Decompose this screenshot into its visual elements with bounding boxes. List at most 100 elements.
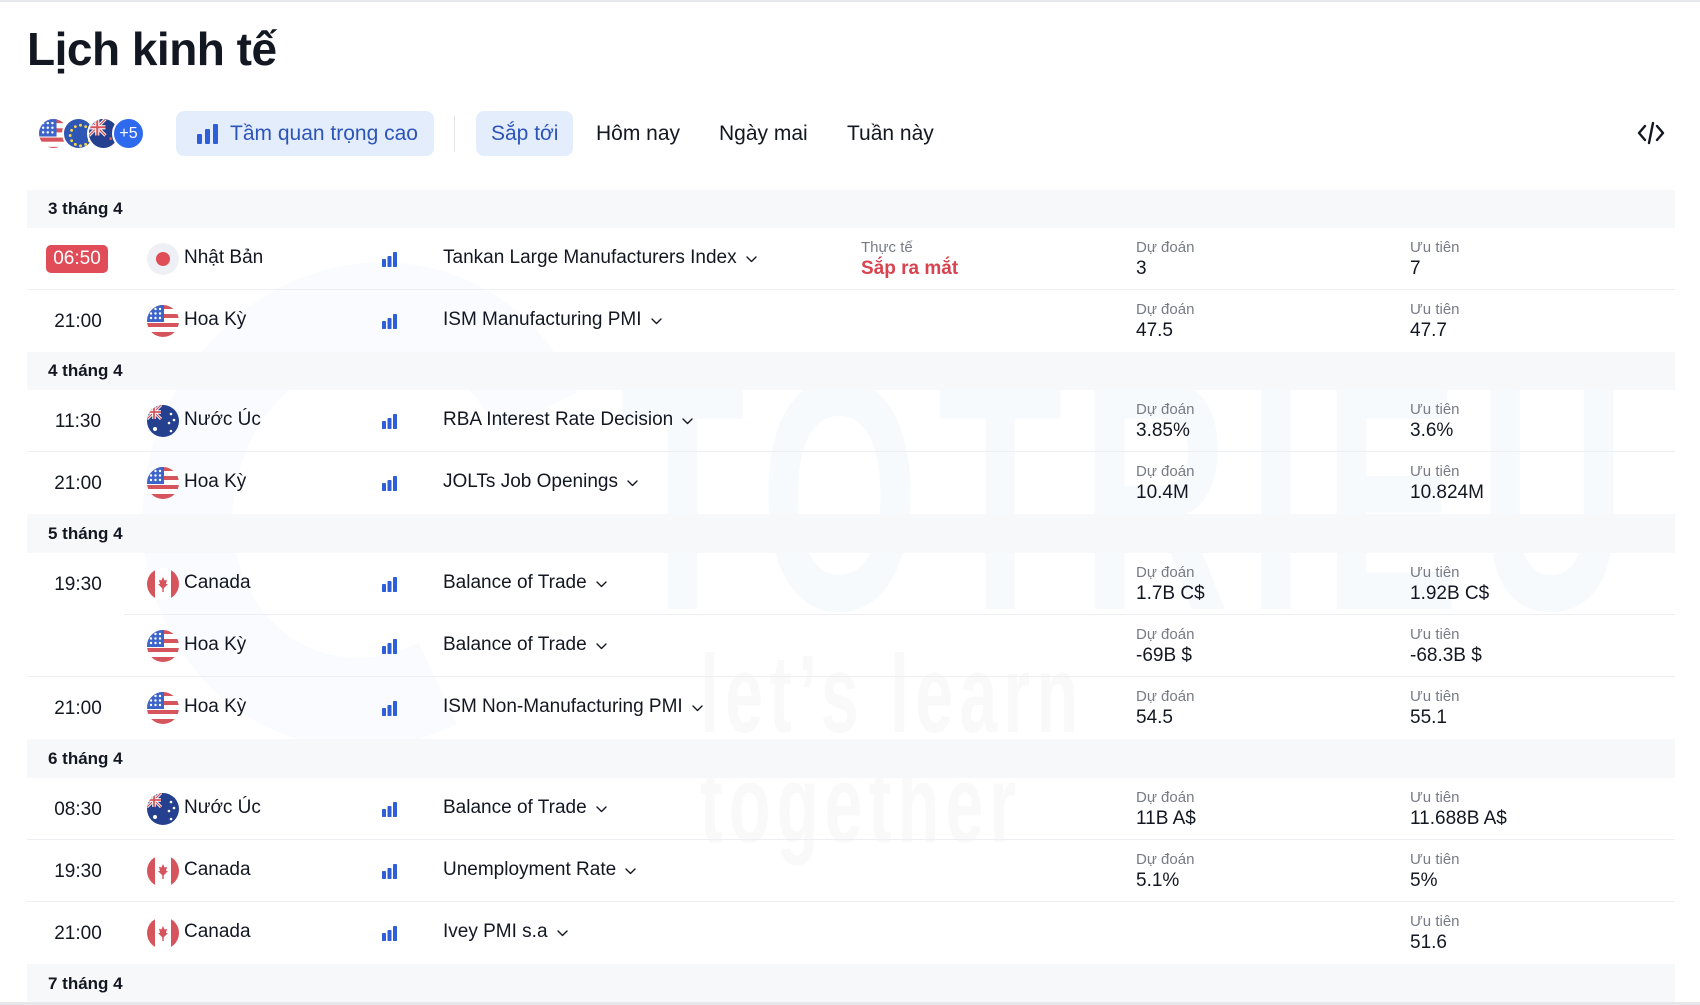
us-flag-icon xyxy=(147,692,179,724)
us-flag-icon xyxy=(147,305,179,337)
forecast-label: Dự đoán xyxy=(1136,851,1195,868)
previous-label: Ưu tiên xyxy=(1410,301,1460,318)
more-countries-badge: +5 xyxy=(112,117,145,150)
event-row[interactable]: 21:00 Canada Ivey PMI s.a Ưu tiên 51.6 xyxy=(27,902,1675,964)
forecast-label: Dự đoán xyxy=(1136,564,1195,581)
top-border xyxy=(0,0,1700,2)
tab-tomorrow[interactable]: Ngày mai xyxy=(704,111,823,156)
date-header: 5 tháng 4 xyxy=(27,514,1675,553)
chevron-down-icon xyxy=(618,471,638,493)
previous: Ưu tiên 3.6% xyxy=(1410,401,1460,443)
event-name-toggle[interactable]: Balance of Trade xyxy=(443,634,607,656)
previous-value: 3.6% xyxy=(1410,420,1454,441)
actual: Thực tế Sắp ra mắt xyxy=(861,239,958,281)
event-name-toggle[interactable]: ISM Non-Manufacturing PMI xyxy=(443,696,703,718)
importance-high-icon xyxy=(382,926,397,946)
country-filter-button[interactable]: +5 xyxy=(37,117,145,151)
previous: Ưu tiên 5% xyxy=(1410,851,1460,893)
forecast: Dự đoán 1.7B C$ xyxy=(1136,564,1205,606)
event-name: Balance of Trade xyxy=(443,797,587,818)
event-name: JOLTs Job Openings xyxy=(443,471,618,492)
event-name-toggle[interactable]: JOLTs Job Openings xyxy=(443,471,638,493)
previous-value: 47.7 xyxy=(1410,320,1447,341)
canada-flag-icon xyxy=(147,855,179,887)
forecast: Dự đoán -69B $ xyxy=(1136,626,1194,668)
forecast-label: Dự đoán xyxy=(1136,401,1195,418)
country-name: Nước Úc xyxy=(184,409,261,430)
event-name-toggle[interactable]: ISM Manufacturing PMI xyxy=(443,309,662,331)
event-time xyxy=(47,633,109,661)
event-row[interactable]: 06:50 Nhật Bản Tankan Large Manufacturers … xyxy=(27,228,1675,290)
event-time: 08:30 xyxy=(54,799,102,820)
importance-high-icon xyxy=(382,577,397,597)
previous: Ưu tiên 55.1 xyxy=(1410,688,1460,730)
forecast-label: Dự đoán xyxy=(1136,688,1195,705)
chevron-down-icon xyxy=(548,921,568,943)
event-row[interactable]: 21:00 Hoa Kỳ ISM Manufacturing PMI Dự đoán 4… xyxy=(27,290,1675,352)
tab-today[interactable]: Hôm nay xyxy=(581,111,695,156)
canada-flag-icon xyxy=(147,568,179,600)
event-row[interactable]: 08:30 Nước Úc Balance of Trade Dự đoán 11B A… xyxy=(27,778,1675,840)
chevron-down-icon xyxy=(587,634,607,656)
importance-filter-button[interactable]: Tầm quan trọng cao xyxy=(176,111,434,156)
country-name: Nước Úc xyxy=(184,797,261,818)
event-row[interactable]: 19:30 Canada Unemployment Rate Dự đoán 5.1% Ư… xyxy=(27,840,1675,902)
event-name-toggle[interactable]: Ivey PMI s.a xyxy=(443,921,568,943)
live-time-badge: 06:50 xyxy=(46,245,108,273)
actual-label: Thực tế xyxy=(861,239,913,256)
importance-high-icon xyxy=(382,314,397,334)
forecast: Dự đoán 3 xyxy=(1136,239,1194,281)
tab-this-week[interactable]: Tuần này xyxy=(832,111,949,156)
event-time: 21:00 xyxy=(54,698,102,719)
chevron-down-icon xyxy=(616,859,636,881)
actual-value: Sắp ra mắt xyxy=(861,258,959,279)
forecast-value: -69B $ xyxy=(1136,645,1192,666)
event-name-toggle[interactable]: RBA Interest Rate Decision xyxy=(443,409,693,431)
us-flag-icon xyxy=(147,630,179,662)
country-name: Hoa Kỳ xyxy=(184,309,247,330)
forecast-value: 10.4M xyxy=(1136,482,1189,503)
us-flag-icon xyxy=(147,467,179,499)
toolbar: +5 Tầm quan trọng cao Sắp tới Hôm nay Ng… xyxy=(0,108,1700,158)
previous-label: Ưu tiên xyxy=(1410,789,1460,806)
event-row[interactable]: 21:00 Hoa Kỳ ISM Non-Manufacturing PMI Dự đ… xyxy=(27,677,1675,739)
previous-value: 1.92B C$ xyxy=(1410,583,1490,604)
previous-value: 10.824M xyxy=(1410,482,1484,503)
forecast: Dự đoán 47.5 xyxy=(1136,301,1194,343)
importance-high-icon xyxy=(382,252,397,272)
previous: Ưu tiên 1.92B C$ xyxy=(1410,564,1489,606)
previous: Ưu tiên 47.7 xyxy=(1410,301,1460,343)
event-time: 11:30 xyxy=(54,411,102,432)
embed-code-button[interactable] xyxy=(1636,119,1666,147)
country-name: Canada xyxy=(184,921,251,942)
event-time: 21:00 xyxy=(54,473,102,494)
toolbar-divider xyxy=(454,116,455,152)
event-row[interactable]: 19:30 Canada Balance of Trade Dự đoán 1.7B C… xyxy=(27,553,1675,615)
country-name: Canada xyxy=(184,859,251,880)
event-row[interactable]: 21:00 Hoa Kỳ JOLTs Job Openings Dự đoán 10.4… xyxy=(27,452,1675,514)
tab-upcoming[interactable]: Sắp tới xyxy=(476,111,574,156)
previous-value: 11.688B A$ xyxy=(1410,808,1507,829)
event-name-toggle[interactable]: Unemployment Rate xyxy=(443,859,636,881)
previous: Ưu tiên 7 xyxy=(1410,239,1460,281)
forecast-value: 5.1% xyxy=(1136,870,1180,891)
date-header: 3 tháng 4 xyxy=(27,190,1675,228)
importance-high-icon xyxy=(382,476,397,496)
chevron-down-icon xyxy=(587,572,607,594)
event-name-toggle[interactable]: Balance of Trade xyxy=(443,797,607,819)
date-header: 6 tháng 4 xyxy=(27,739,1675,778)
calendar-table: 3 tháng 4 06:50 Nhật Bản Tankan Large Manuf… xyxy=(27,190,1675,1003)
event-name-toggle[interactable]: Balance of Trade xyxy=(443,572,607,594)
event-name: RBA Interest Rate Decision xyxy=(443,409,674,430)
date-header: 4 tháng 4 xyxy=(27,352,1675,390)
event-row[interactable]: Hoa Kỳ Balance of Trade Dự đoán -69B $ Ưu ti… xyxy=(27,615,1675,677)
event-name-toggle[interactable]: Tankan Large Manufacturers Index xyxy=(443,247,757,269)
event-row[interactable]: 11:30 Nước Úc RBA Interest Rate Decision Dự… xyxy=(27,390,1675,452)
previous-value: 7 xyxy=(1410,258,1421,279)
event-time: 19:30 xyxy=(54,574,102,595)
previous-label: Ưu tiên xyxy=(1410,463,1460,480)
chevron-down-icon xyxy=(587,797,607,819)
japan-flag-icon xyxy=(147,243,179,275)
previous-label: Ưu tiên xyxy=(1410,564,1460,581)
previous-label: Ưu tiên xyxy=(1410,913,1460,930)
